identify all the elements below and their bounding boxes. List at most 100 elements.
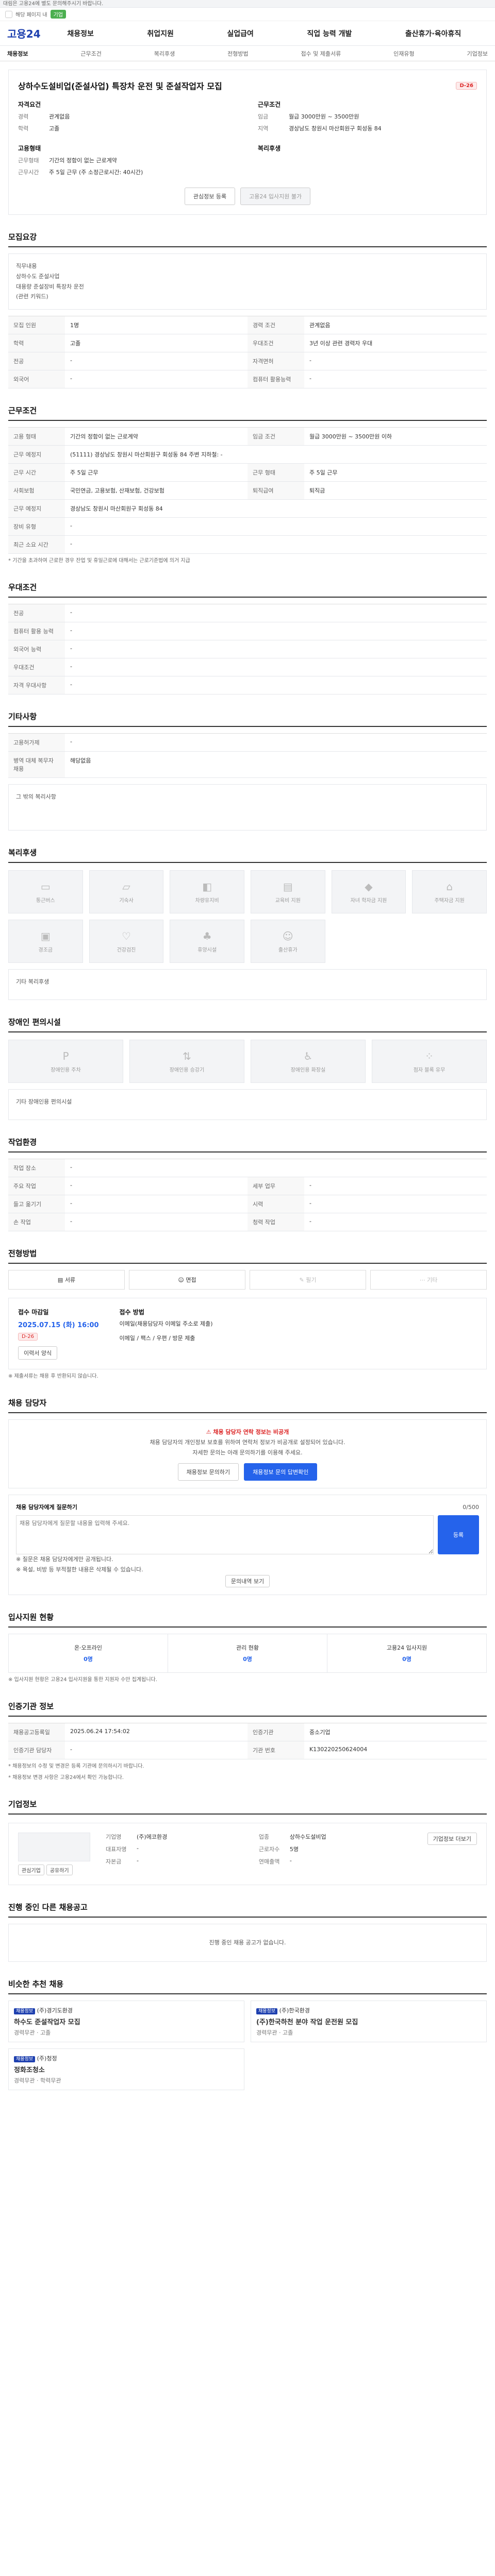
alert-icon: ⚠	[206, 1429, 213, 1436]
grid-key: 경력 조건	[248, 316, 304, 335]
nav-item[interactable]: 출산휴가·육아휴직	[405, 28, 461, 39]
toolbar-badge[interactable]: 기업	[50, 10, 66, 19]
period-dday: D-26	[18, 1333, 38, 1341]
welfare-label: 통근버스	[36, 897, 55, 904]
welfare-label: 주택자금 지원	[434, 897, 465, 904]
inquiry-textarea[interactable]	[16, 1515, 434, 1555]
grid-value: -	[65, 640, 487, 659]
rec-title[interactable]: 하수도 준설작업자 모집	[14, 2016, 239, 2026]
grid-value: 중소기업	[304, 1723, 487, 1741]
nav-item[interactable]: 실업급여	[227, 28, 254, 39]
welfare-label: 출산휴가	[278, 947, 298, 953]
grid-key: 인증기관	[248, 1723, 304, 1741]
tab-item[interactable]: 복리후생	[154, 49, 175, 58]
grid-key: 최근 소요 시간	[8, 536, 65, 554]
braille-icon: ⁘	[425, 1049, 434, 1062]
grid-key: 자격면허	[248, 352, 304, 371]
grid-value: -	[65, 352, 248, 371]
rec-card[interactable]: 채용정보 (주)한국환경 (주)한국하천 분야 작업 운전원 모집 경력무관 · 고…	[251, 2000, 487, 2042]
nav-item[interactable]: 채용정보	[67, 28, 94, 39]
nav-item[interactable]: 취업지원	[147, 28, 174, 39]
apps-col: 온·오프라인 0명	[9, 1634, 168, 1672]
apps-label: 온·오프라인	[74, 1644, 103, 1651]
apps-label: 고용24 입사지원	[386, 1644, 427, 1651]
rec-tag: 채용정보	[14, 2056, 36, 2062]
apps-count: 0명	[84, 1655, 93, 1663]
inquiry-answer-button[interactable]: 채용정보 문의 답변확인	[244, 1463, 318, 1481]
facility-label: 점자 블록 유무	[413, 1067, 446, 1073]
grid-key: 컴퓨터 활용능력	[248, 370, 304, 389]
tab-item[interactable]: 채용정보	[7, 49, 28, 58]
grid-key: 외국어	[8, 370, 65, 389]
grid-value: (51111) 경상남도 창원시 마산회원구 회성동 84 주변 지하철: -	[65, 446, 487, 464]
grid-value: -	[65, 1159, 487, 1178]
kv-value: 고졸	[49, 125, 60, 132]
section-title: 기업정보	[8, 1799, 487, 1815]
nav-item[interactable]: 직업 능력 개발	[307, 28, 352, 39]
step-label: 서류	[64, 1277, 76, 1284]
grid-value: 주 5일 근무	[304, 464, 487, 482]
grid-value: -	[304, 352, 487, 371]
rec-card[interactable]: 채용정보 (주)청정 정화조청소 경력무관 · 학력무관	[8, 2048, 244, 2090]
grid-value: -	[304, 1195, 487, 1214]
inquiry-button[interactable]: 채용정보 문의하기	[177, 1463, 239, 1481]
welfare-note: 기타 복리후생	[8, 969, 487, 1001]
duty-line: (관련 키워드)	[16, 293, 48, 300]
resume-form-button[interactable]: 이력서 양식	[18, 1346, 58, 1360]
share-button[interactable]: 공유하기	[46, 1864, 73, 1875]
facility-note: 기타 장애인용 편의시설	[8, 1089, 487, 1121]
duty-box: 직무내용 상하수도 준설사업 대용량 준설장비 특장차 운전 (관련 키워드)	[8, 253, 487, 310]
grid-key: 학력	[8, 334, 65, 353]
recs-grid: 채용정보 (주)경기도환경 하수도 준설작업자 모집 경력무관 · 고졸 채용정보 …	[8, 2000, 487, 2090]
company-key: 대표자명	[106, 1845, 127, 1853]
apps-count: 0명	[402, 1655, 411, 1663]
company-value: (주)에코환경	[137, 1833, 168, 1840]
apply-value: 이메일(채용담당자 이메일 주소로 제출)	[119, 1320, 213, 1328]
grid-value: K130220250624004	[304, 1741, 487, 1759]
grid-key: 컴퓨터 활용 능력	[8, 622, 65, 641]
inquiry-submit[interactable]: 등록	[438, 1515, 479, 1555]
rec-card[interactable]: 채용정보 (주)경기도환경 하수도 준설작업자 모집 경력무관 · 고졸	[8, 2000, 244, 2042]
gift-icon: ▣	[40, 929, 51, 942]
tab-item[interactable]: 접수 및 제출서류	[301, 49, 341, 58]
section-title: 장애인 편의시설	[8, 1016, 487, 1033]
company-value: 5명	[289, 1845, 299, 1853]
contact-note: 자세한 문의는 아래 문의하기를 이용해 주세요.	[192, 1449, 303, 1456]
kv-value: 월급 3000만원 ~ 3500만원	[289, 113, 359, 120]
grid-key: 전공	[8, 604, 65, 623]
interest-button[interactable]: 관심정보 등록	[184, 188, 236, 205]
period-date: 2025.07.15 (화) 16:00	[18, 1321, 99, 1330]
grid-value: -	[65, 734, 487, 752]
grid-value: -	[65, 604, 487, 623]
summary-right: 근무조건 임금 월급 3000만원 ~ 3500만원 지역 경상남도 창원시 마산회…	[258, 100, 477, 176]
apply-button[interactable]: 고용24 입사지원 불가	[240, 188, 311, 205]
tab-item[interactable]: 기업정보	[467, 49, 488, 58]
company-key: 자본금	[106, 1858, 122, 1865]
reg-note: * 채용정보의 수정 및 변경은 등록 기관에 문의하시기 바랍니다.	[8, 1763, 144, 1769]
tab-item[interactable]: 인재유형	[393, 49, 414, 58]
tab-item[interactable]: 전형방법	[227, 49, 248, 58]
welfare-item: ▱ 기숙사	[89, 870, 164, 914]
inquiry-list-button[interactable]: 문의내역 보기	[225, 1574, 270, 1587]
method-step: ✎ 필기	[250, 1270, 366, 1290]
rec-title[interactable]: (주)한국하천 분야 작업 운전원 모집	[256, 2016, 481, 2026]
grid-value: -	[65, 622, 487, 641]
elevator-icon: ⇅	[183, 1049, 191, 1062]
company-more-button[interactable]: 기업정보 더보기	[427, 1832, 477, 1845]
facility-label: 장애인용 주차	[51, 1067, 81, 1073]
grid-value: 고졸	[65, 334, 248, 353]
facility-item: ♿ 장애인용 화장실	[251, 1040, 366, 1083]
site-logo[interactable]: 고용24	[7, 26, 41, 41]
section-title: 모집요강	[8, 231, 487, 247]
grid-value: 경상남도 창원시 마산회원구 회성동 84	[65, 500, 487, 518]
rec-company: (주)청정	[37, 2055, 57, 2062]
grid-key: 청력 작업	[248, 1213, 304, 1232]
contact-box: ⚠ 채용 담당자 연락 정보는 비공개 채용 담당자의 개인정보 보호를 위하여…	[8, 1419, 487, 1488]
grid-key: 근무 시간	[8, 464, 65, 482]
rec-title[interactable]: 정화조청소	[14, 2064, 239, 2074]
checkbox-icon[interactable]	[5, 10, 12, 18]
registration-grid: 채용공고등록일 2025.06.24 17:54:02 인증기관 중소기업 인증기관 …	[8, 1722, 487, 1759]
tab-item[interactable]: 근무조건	[80, 49, 101, 58]
company-value: -	[137, 1844, 139, 1852]
follow-company-button[interactable]: 관심기업	[18, 1864, 44, 1875]
